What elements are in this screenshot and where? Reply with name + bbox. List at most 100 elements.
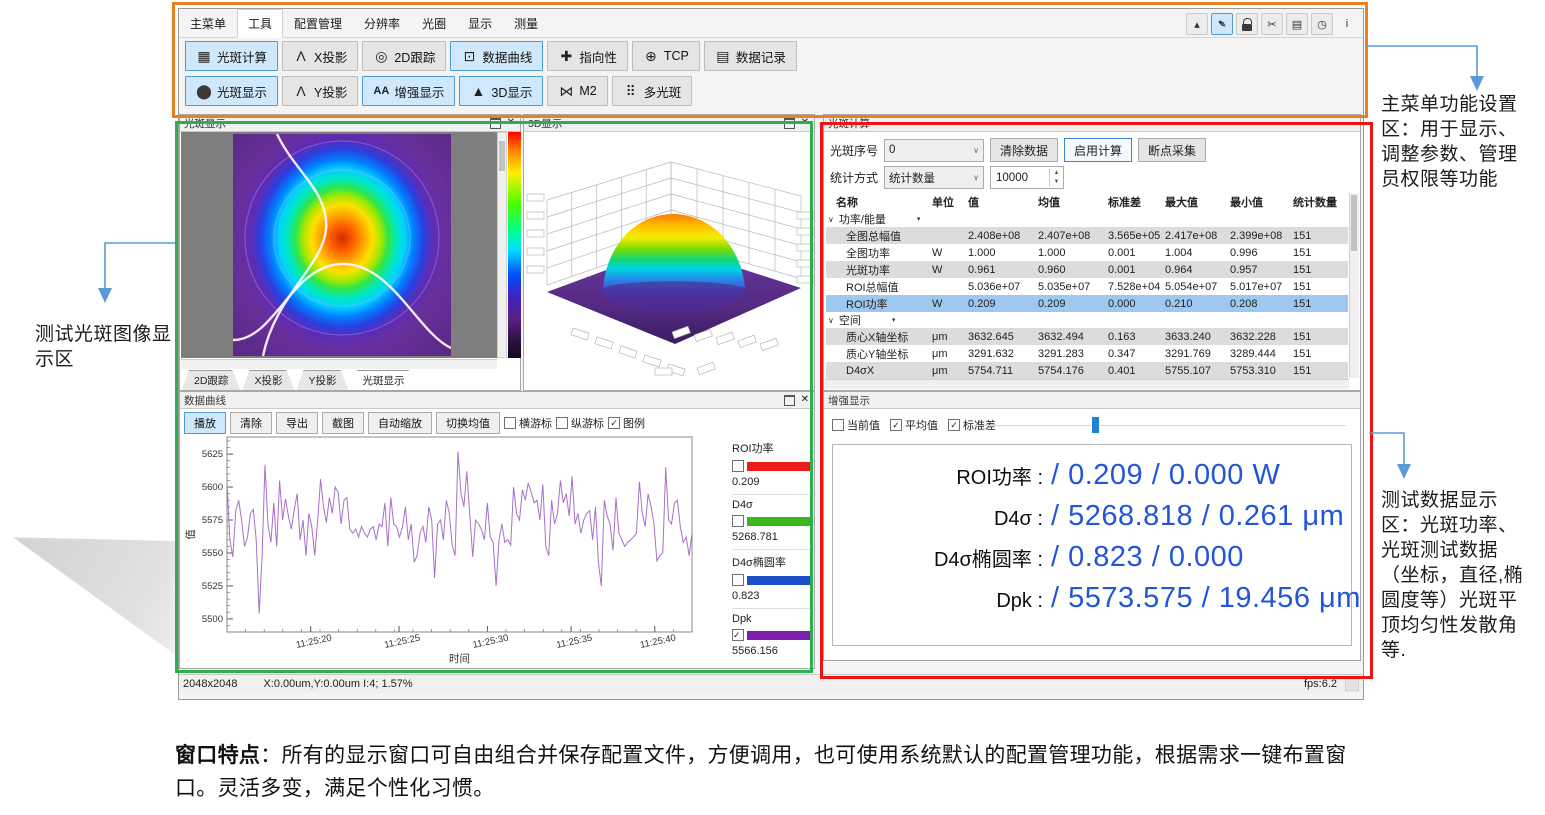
curve-button-截图[interactable]: 截图 <box>322 412 364 434</box>
toolbar-button-指向性[interactable]: ✚指向性 <box>547 41 628 71</box>
scissors-icon[interactable]: ✂ <box>1261 13 1283 35</box>
column-header-统计数量[interactable]: 统计数量 <box>1293 194 1348 210</box>
enhanced-slider-handle[interactable] <box>1092 417 1099 433</box>
save-icon[interactable]: ▤ <box>1286 13 1308 35</box>
toolbar-button-X投影[interactable]: ΛX投影 <box>282 41 358 71</box>
pin-icon[interactable]: ✒ <box>1211 13 1233 35</box>
beam-heatmap-image[interactable] <box>233 134 451 356</box>
enhanced-checkbox-平均值[interactable]: ✓平均值 <box>890 417 938 433</box>
float-window-icon[interactable] <box>784 395 795 406</box>
column-header-均值[interactable]: 均值 <box>1038 194 1108 210</box>
curve-checkbox-图例[interactable]: ✓图例 <box>608 415 645 431</box>
curve-button-清除[interactable]: 清除 <box>230 412 272 434</box>
table-group-空间[interactable]: ∨空间▾ <box>826 312 1348 328</box>
table-row-ROI总幅值[interactable]: ROI总幅值5.036e+075.035e+077.528e+045.054e+… <box>826 278 1348 295</box>
beam-tab-光斑显示[interactable]: 光斑显示 <box>350 370 416 390</box>
table-group-功率/能量[interactable]: ∨功率/能量▾ <box>826 211 1348 227</box>
curve-button-播放[interactable]: 播放 <box>184 412 226 434</box>
curve-checkbox-横游标[interactable]: 横游标 <box>504 415 552 431</box>
beam-tab-2D跟踪[interactable]: 2D跟踪 <box>182 370 240 390</box>
column-header-最大值[interactable]: 最大值 <box>1165 194 1230 210</box>
app-window: 主菜单工具配置管理分辨率光圈显示测量 ▴✒✂▤◷i ▦光斑计算ΛX投影◎2D跟踪… <box>178 8 1364 700</box>
checkbox-icon <box>832 419 844 431</box>
column-header-值[interactable]: 值 <box>968 194 1038 210</box>
calc-button-启用计算[interactable]: 启用计算 <box>1064 138 1132 162</box>
curve-checkbox-纵游标[interactable]: 纵游标 <box>556 415 604 431</box>
stat-count-stepper[interactable]: 10000 ▲▼ <box>990 166 1064 189</box>
cell: D4σX <box>836 365 932 377</box>
table-row-质心X轴坐标[interactable]: 质心X轴坐标μm3632.6453632.4940.1633633.240363… <box>826 328 1348 345</box>
ribbon-toolbar: ▦光斑计算ΛX投影◎2D跟踪⊡数据曲线✚指向性⊕TCP▤数据记录 ⬤光斑显示ΛY… <box>185 41 1357 111</box>
data-record-icon: ▤ <box>715 48 731 65</box>
beam-tab-X投影[interactable]: X投影 <box>242 370 294 390</box>
beam-seq-select[interactable]: 0∨ <box>884 139 984 162</box>
toolbar-button-数据记录[interactable]: ▤数据记录 <box>704 41 797 71</box>
calc-panel-title: 光斑计算 <box>828 116 870 131</box>
svg-text:5625: 5625 <box>202 449 223 460</box>
table-row-全图总幅值[interactable]: 全图总幅值2.408e+082.407e+083.565e+052.417e+0… <box>826 227 1348 244</box>
toolbar-button-光斑显示[interactable]: ⬤光斑显示 <box>185 76 278 106</box>
table-row-全图功率[interactable]: 全图功率W1.0001.0000.0011.0040.996151 <box>826 244 1348 261</box>
table-row-光斑功率[interactable]: 光斑功率W0.9610.9600.0010.9640.957151 <box>826 261 1348 278</box>
menu-tab-分辨率[interactable]: 分辨率 <box>353 9 411 37</box>
column-header-名称[interactable]: 名称 <box>836 194 932 210</box>
legend-name: D4σ椭圆率 <box>732 554 812 570</box>
x-projection-icon: Λ <box>293 48 309 64</box>
menu-tab-光圈[interactable]: 光圈 <box>411 9 457 37</box>
toolbar-button-光斑计算[interactable]: ▦光斑计算 <box>185 41 278 71</box>
table-row-质心Y轴坐标[interactable]: 质心Y轴坐标μm3291.6323291.2830.3473291.769328… <box>826 345 1348 362</box>
menu-tab-主菜单[interactable]: 主菜单 <box>179 9 237 37</box>
info-icon[interactable]: i <box>1336 13 1358 35</box>
curve-button-自动缩放[interactable]: 自动缩放 <box>368 412 432 434</box>
legend-value: 0.209 <box>732 476 812 488</box>
float-window-icon[interactable] <box>490 118 501 129</box>
calc-button-清除数据[interactable]: 清除数据 <box>990 138 1058 162</box>
column-header-最小值[interactable]: 最小值 <box>1230 194 1293 210</box>
legend-checkbox[interactable] <box>732 574 744 586</box>
cell: 0.209 <box>1038 298 1108 310</box>
legend-checkbox[interactable] <box>732 515 744 527</box>
menu-tab-工具[interactable]: 工具 <box>237 9 283 38</box>
toolbar-button-Y投影[interactable]: ΛY投影 <box>282 76 358 106</box>
cell: 3633.240 <box>1165 331 1230 343</box>
toolbar-button-M2[interactable]: ⋈M2 <box>547 76 607 106</box>
toolbar-button-TCP[interactable]: ⊕TCP <box>632 41 700 71</box>
close-icon[interactable]: ✕ <box>801 395 809 405</box>
legend-checkbox[interactable] <box>732 460 744 472</box>
calc-horizontal-scrollbar[interactable] <box>825 379 1349 389</box>
table-row-ROI功率[interactable]: ROI功率W0.2090.2090.0000.2100.208151 <box>826 295 1348 312</box>
enhanced-size-slider[interactable] <box>974 425 1346 426</box>
calc-button-断点采集[interactable]: 断点采集 <box>1138 138 1206 162</box>
column-header-单位[interactable]: 单位 <box>932 194 968 210</box>
toolbar-button-数据曲线[interactable]: ⊡数据曲线 <box>450 41 543 71</box>
toolbar-button-3D显示[interactable]: ▲3D显示 <box>459 76 543 106</box>
toolbar-button-增强显示[interactable]: AA增强显示 <box>362 76 455 106</box>
beam-horizontal-scrollbar[interactable] <box>181 359 497 369</box>
menu-tab-显示[interactable]: 显示 <box>457 9 503 37</box>
curve-button-导出[interactable]: 导出 <box>276 412 318 434</box>
toolbar-button-多光斑[interactable]: ⠿多光斑 <box>612 76 693 106</box>
beam-vertical-scrollbar[interactable] <box>497 132 507 358</box>
toolbar-button-2D跟踪[interactable]: ◎2D跟踪 <box>362 41 446 71</box>
column-header-标准差[interactable]: 标准差 <box>1108 194 1165 210</box>
float-window-icon[interactable] <box>784 118 795 129</box>
multi-spot-icon: ⠿ <box>623 83 639 100</box>
table-row-D4σX[interactable]: D4σXμm5754.7115754.1760.4015755.1075753.… <box>826 362 1348 379</box>
calc-vertical-scrollbar[interactable] <box>1349 193 1359 378</box>
curve-button-切换均值[interactable]: 切换均值 <box>436 412 500 434</box>
resize-grip[interactable] <box>1345 677 1359 691</box>
stat-mode-select[interactable]: 统计数量∨ <box>884 166 984 189</box>
close-icon[interactable]: ✕ <box>507 118 515 128</box>
3d-surface-plot[interactable] <box>525 132 813 389</box>
cell: 3289.444 <box>1230 348 1293 360</box>
calc-panel-titlebar: 光斑计算 <box>824 115 1360 132</box>
enhanced-checkbox-当前值[interactable]: 当前值 <box>832 417 880 433</box>
menu-tab-测量[interactable]: 测量 <box>503 9 549 37</box>
legend-checkbox[interactable]: ✓ <box>732 629 744 641</box>
collapse-icon[interactable]: ▴ <box>1186 13 1208 35</box>
clock-icon[interactable]: ◷ <box>1311 13 1333 35</box>
close-icon[interactable]: ✕ <box>801 118 809 128</box>
menu-tab-配置管理[interactable]: 配置管理 <box>283 9 353 37</box>
beam-tab-Y投影[interactable]: Y投影 <box>296 370 348 390</box>
lock-icon[interactable] <box>1236 13 1258 35</box>
